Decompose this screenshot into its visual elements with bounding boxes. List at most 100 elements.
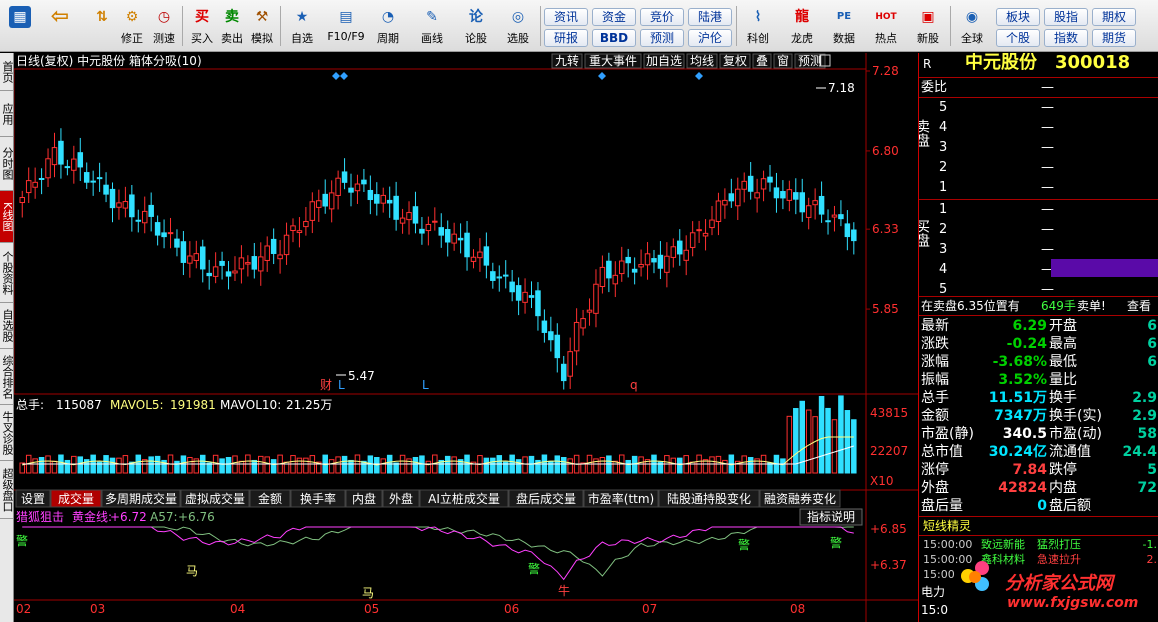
left-nav-item-5[interactable]: 自选股: [0, 303, 14, 349]
kline-chart-area[interactable]: 日线(复权) 中元股份 箱体分吸(10) 九转 重大事件 加自选 均线 复权叠窗预测 九转 7…: [14, 53, 918, 622]
hotspot-button[interactable]: HOT 热点: [870, 4, 902, 50]
candle-body: [735, 188, 741, 207]
dragon-tiger-button[interactable]: 龍龙虎: [786, 4, 818, 50]
quote-row: 涨幅 -3.68% 最低 6: [919, 353, 1158, 371]
candle-body: [25, 180, 32, 194]
star-market-button[interactable]: ⌇ 科创: [742, 4, 774, 50]
volume-bar: [412, 456, 419, 474]
news-item[interactable]: 15:00:00 致远新能 猛烈打压 -1.: [919, 537, 1158, 552]
data-button[interactable]: PE 数据: [828, 4, 860, 50]
indicator-gold-value: +6.72: [110, 510, 147, 524]
candle-body: [528, 295, 535, 298]
app-logo-icon[interactable]: ▦: [4, 4, 36, 50]
indicator-a57-value: +6.76: [178, 510, 215, 524]
candle-body: [251, 256, 258, 270]
weibi-value: —: [1041, 80, 1054, 95]
funds-tab[interactable]: 资金: [592, 8, 636, 26]
order-alert-row[interactable]: 在卖盘6.35位置有 649手 卖单! 查看: [919, 297, 1158, 315]
indicator-tab-label-0: 设置: [21, 492, 45, 506]
candle-body: [831, 214, 838, 218]
news-item[interactable]: 15:00:00 鑫科材料 急速拉升 2.: [919, 552, 1158, 567]
candle-body: [212, 266, 219, 277]
auction-tab[interactable]: 竞价: [640, 8, 684, 26]
left-nav-item-6[interactable]: 综合排名: [0, 349, 14, 405]
left-nav-item-0[interactable]: 首页: [0, 53, 14, 91]
candle-body: [258, 256, 264, 272]
candle-body: [64, 166, 71, 169]
left-nav-item-2[interactable]: 分时图: [0, 137, 14, 191]
shanghai-london-tab[interactable]: 沪伦: [688, 29, 732, 47]
volume-bar: [677, 457, 683, 474]
research-tab[interactable]: 研报: [544, 29, 588, 47]
volume-bar: [148, 456, 154, 474]
left-nav-item-3[interactable]: K线图: [0, 191, 14, 243]
quote-label: 涨跌: [921, 336, 949, 352]
left-nav-item-7[interactable]: 牛叉诊股: [0, 405, 14, 461]
candle-body: [393, 195, 399, 220]
left-nav-item-4[interactable]: 个股资料: [0, 243, 14, 303]
bbd-tab[interactable]: BBD: [592, 29, 636, 47]
global-button[interactable]: ◉ 全球: [956, 4, 988, 50]
buy-button[interactable]: 买买入: [186, 4, 218, 50]
news-event: 急速拉升: [1037, 553, 1081, 566]
hk-connect-tab[interactable]: 陆港: [688, 8, 732, 26]
futures-tab[interactable]: 期货: [1092, 29, 1136, 47]
indicator-tab-label-6: 内盘: [352, 491, 376, 506]
stock-index-futures-tab[interactable]: 股指: [1044, 8, 1088, 26]
simulate-button[interactable]: ⚒ 模拟: [246, 4, 278, 50]
candle-body: [812, 200, 818, 206]
indicator-axis-label-1: +6.37: [870, 558, 907, 572]
options-tab[interactable]: 期权: [1092, 8, 1136, 26]
candle-body: [238, 257, 245, 270]
quote-label-2: 内盘: [1049, 480, 1077, 496]
volume-bar: [444, 455, 451, 474]
candle-body: [541, 320, 548, 333]
back-icon[interactable]: ⇦: [44, 4, 76, 50]
watchlist-button[interactable]: ★ 自选: [286, 4, 318, 50]
quote-value-2: 24.4: [1122, 444, 1157, 460]
date-label-5: 07: [642, 602, 657, 616]
up-down-icon[interactable]: ⇅: [86, 4, 118, 50]
draw-line-button[interactable]: ✎ 画线: [416, 4, 448, 50]
candle-body: [696, 229, 702, 232]
news-stock: 致远新能: [981, 538, 1025, 551]
ipo-button[interactable]: ▣ 新股: [912, 4, 944, 50]
candle-body: [767, 176, 773, 183]
candle-body: [419, 228, 425, 234]
sector-tab[interactable]: 板块: [996, 8, 1040, 26]
left-nav-item-8[interactable]: 超级盘口: [0, 461, 14, 519]
candle-body: [309, 201, 316, 221]
fix-button[interactable]: ⚙ 修正: [116, 4, 148, 50]
event-diamond-2: [598, 72, 606, 80]
buy-level-price: —: [1041, 242, 1054, 257]
news-time: 15:00:00: [923, 538, 973, 551]
order-alert-more[interactable]: 查看: [1127, 297, 1151, 315]
sell-button[interactable]: 卖卖出: [216, 4, 248, 50]
high-annotation: 7.18: [828, 81, 855, 95]
forecast-tab[interactable]: 预测: [640, 29, 684, 47]
left-nav-item-1[interactable]: 应用: [0, 91, 14, 137]
discuss-label: 论股: [465, 32, 487, 45]
single-stock-tab[interactable]: 个股: [996, 29, 1040, 47]
candle-body: [109, 188, 116, 209]
discuss-button[interactable]: 论论股: [460, 4, 492, 50]
stock-pick-button[interactable]: ◎ 选股: [502, 4, 534, 50]
news-tab[interactable]: 资讯: [544, 8, 588, 26]
volume-bar: [625, 459, 631, 474]
candle-body: [535, 290, 541, 317]
volume-bar: [825, 407, 831, 474]
news-header[interactable]: 短线精灵: [919, 517, 1158, 535]
volume-bar: [251, 459, 258, 474]
quote-value-2: 2.9: [1132, 390, 1157, 406]
candle-body: [483, 246, 490, 266]
candle-body: [786, 189, 793, 201]
index-tab[interactable]: 指数: [1044, 29, 1088, 47]
sell-level-num: 1: [939, 180, 948, 195]
f10-button[interactable]: ▤ F10/F9: [326, 4, 366, 50]
candle-body: [90, 180, 96, 183]
indicator-axis-label-0: +6.85: [870, 522, 907, 536]
news-change: -1.: [1142, 538, 1157, 551]
volume-bar: [548, 460, 554, 474]
speed-test-button[interactable]: ◷ 测速: [148, 4, 180, 50]
period-button[interactable]: ◔ 周期: [372, 4, 404, 50]
